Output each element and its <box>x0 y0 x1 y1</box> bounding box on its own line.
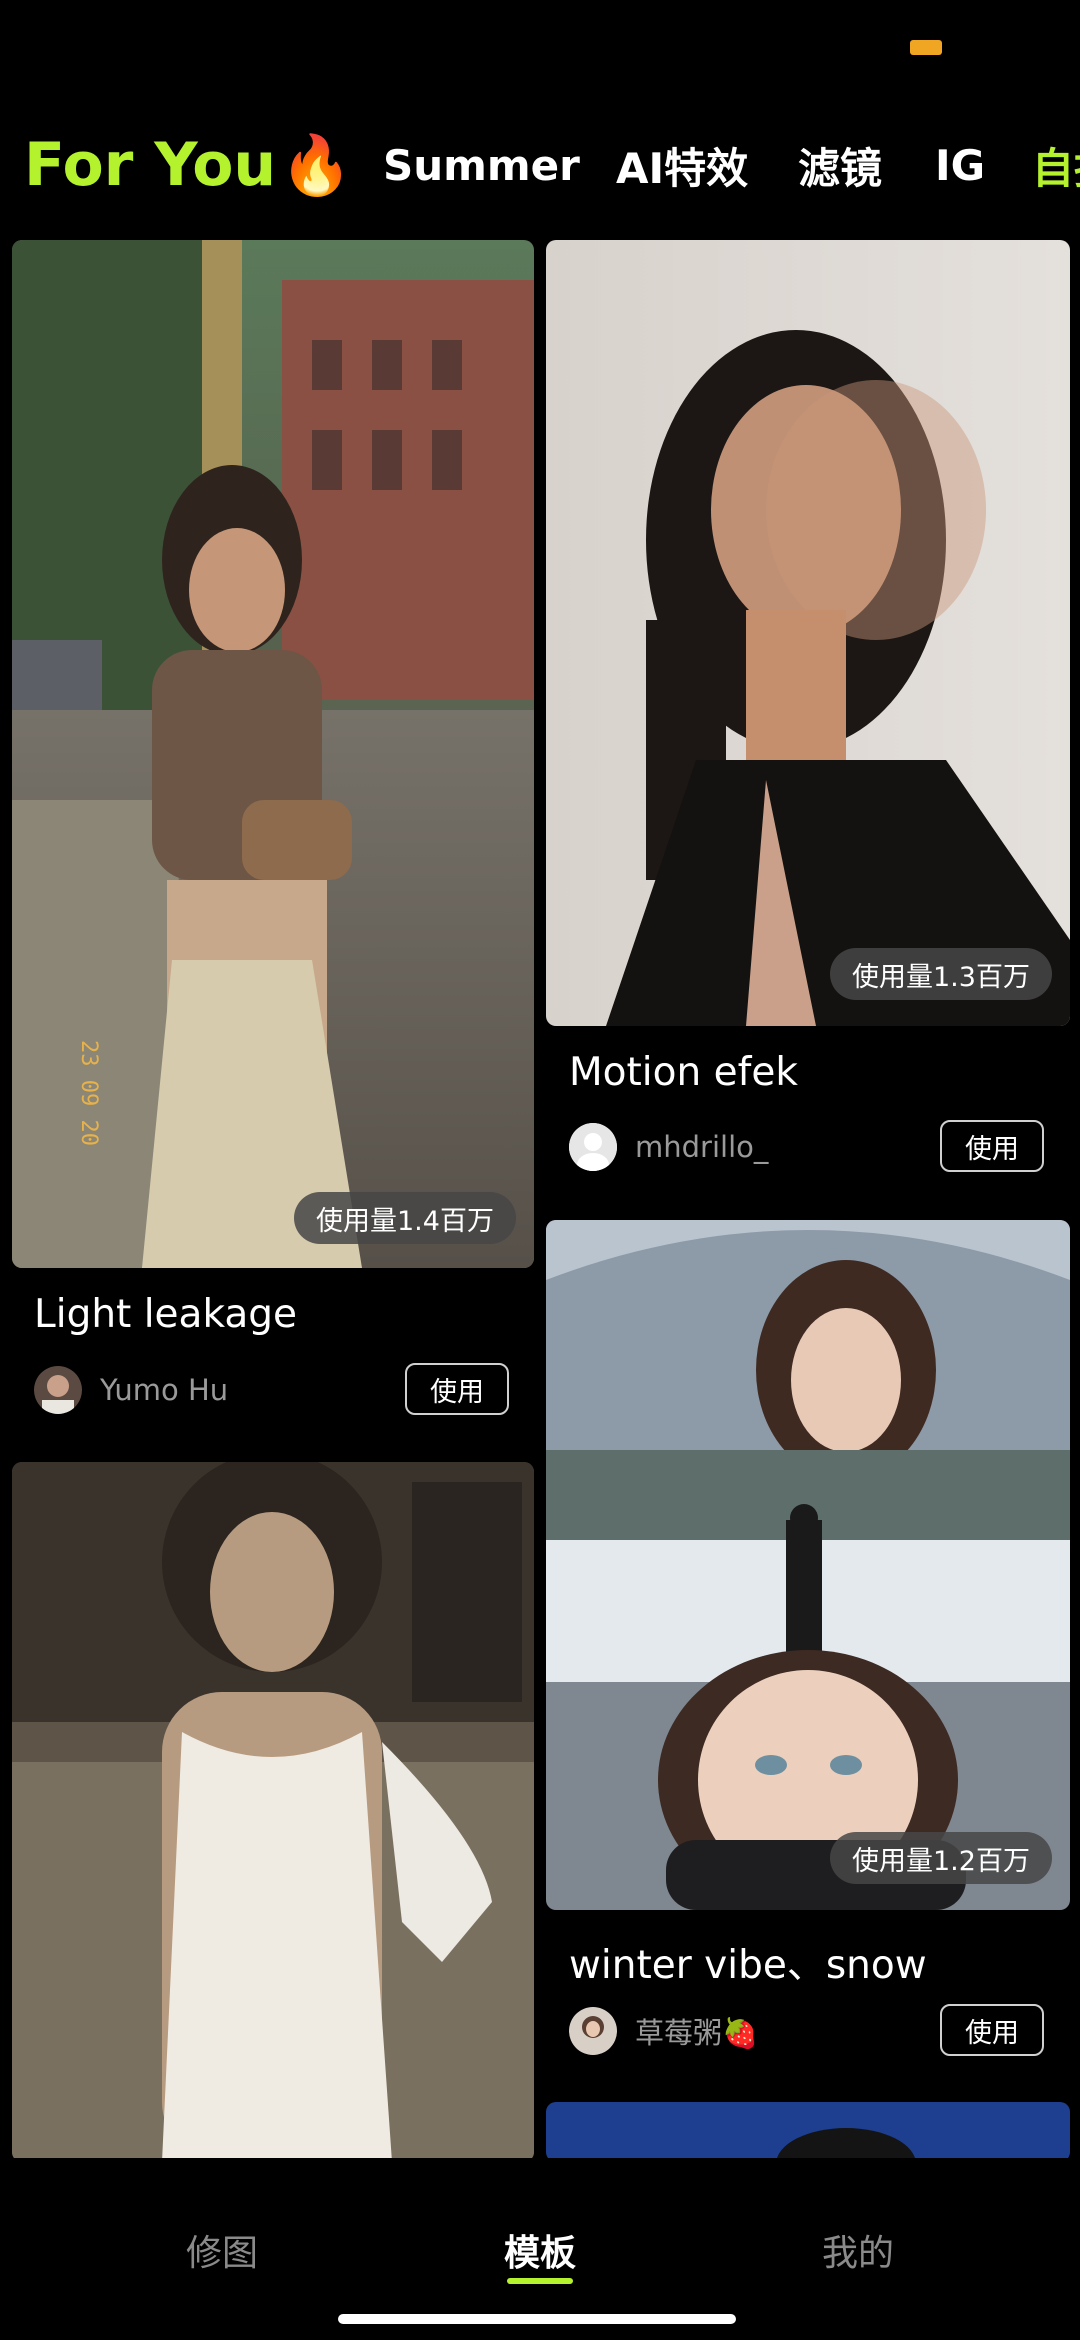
template-preview-image[interactable] <box>546 240 1070 1026</box>
author-name: Yumo Hu <box>100 1373 229 1407</box>
author-name: mhdrillo_ <box>635 1130 769 1164</box>
template-title[interactable]: Motion efek <box>569 1050 798 1095</box>
fire-icon: 🔥 <box>280 130 353 199</box>
tab-ig[interactable]: IG <box>935 110 985 220</box>
tab-ai-effects[interactable]: AI特效 <box>616 110 748 220</box>
author-row[interactable]: mhdrillo_ <box>569 1123 768 1171</box>
avatar <box>34 1366 82 1414</box>
template-title[interactable]: winter vibe、snow <box>569 1934 927 1990</box>
nav-edit[interactable]: 修图 <box>122 2224 322 2276</box>
use-template-button[interactable]: 使用 <box>940 2004 1044 2056</box>
author-row[interactable]: Yumo Hu <box>34 1366 228 1414</box>
use-template-button[interactable]: 使用 <box>940 1120 1044 1172</box>
author-row[interactable]: 草莓粥🍓 <box>569 2007 758 2055</box>
tab-label: AI特效 <box>616 143 749 193</box>
tab-for-you[interactable]: For You 🔥 <box>24 110 352 220</box>
tab-label: 自拍 <box>1032 143 1080 193</box>
tab-label: For You <box>24 130 277 200</box>
template-preview-image[interactable]: 23 09 20 <box>12 240 534 1268</box>
tab-selfie[interactable]: 自拍 <box>1032 110 1080 220</box>
template-title[interactable]: Light leakage <box>34 1292 297 1337</box>
bottom-navigation: 修图 模板 我的 <box>0 2158 1080 2340</box>
usage-count-badge: 使用量1.3百万 <box>830 948 1052 1000</box>
svg-text:23 09 20: 23 09 20 <box>76 1040 101 1146</box>
avatar <box>569 2007 617 2055</box>
template-preview-image[interactable] <box>546 2102 1070 2162</box>
active-tab-indicator <box>507 2278 573 2284</box>
nav-profile[interactable]: 我的 <box>758 2224 958 2276</box>
tab-filters[interactable]: 滤镜 <box>798 110 882 220</box>
tab-label: IG <box>935 140 986 190</box>
tab-label: Summer <box>383 140 580 190</box>
use-template-button[interactable]: 使用 <box>405 1363 509 1415</box>
battery-icon <box>910 40 942 55</box>
usage-count-badge: 使用量1.2百万 <box>830 1832 1052 1884</box>
author-name: 草莓粥🍓 <box>635 2016 759 2050</box>
template-preview-image[interactable] <box>12 1462 534 2162</box>
tab-summer[interactable]: Summer <box>383 110 580 220</box>
avatar <box>569 1123 617 1171</box>
nav-templates[interactable]: 模板 <box>440 2224 640 2276</box>
category-tabs: For You 🔥 Summer AI特效 滤镜 IG 自拍 <box>0 110 1080 220</box>
home-indicator[interactable] <box>338 2314 736 2324</box>
status-bar <box>0 0 1080 96</box>
template-preview-image[interactable] <box>546 1220 1070 1910</box>
usage-count-badge: 使用量1.4百万 <box>294 1192 516 1244</box>
tab-label: 滤镜 <box>798 143 883 193</box>
